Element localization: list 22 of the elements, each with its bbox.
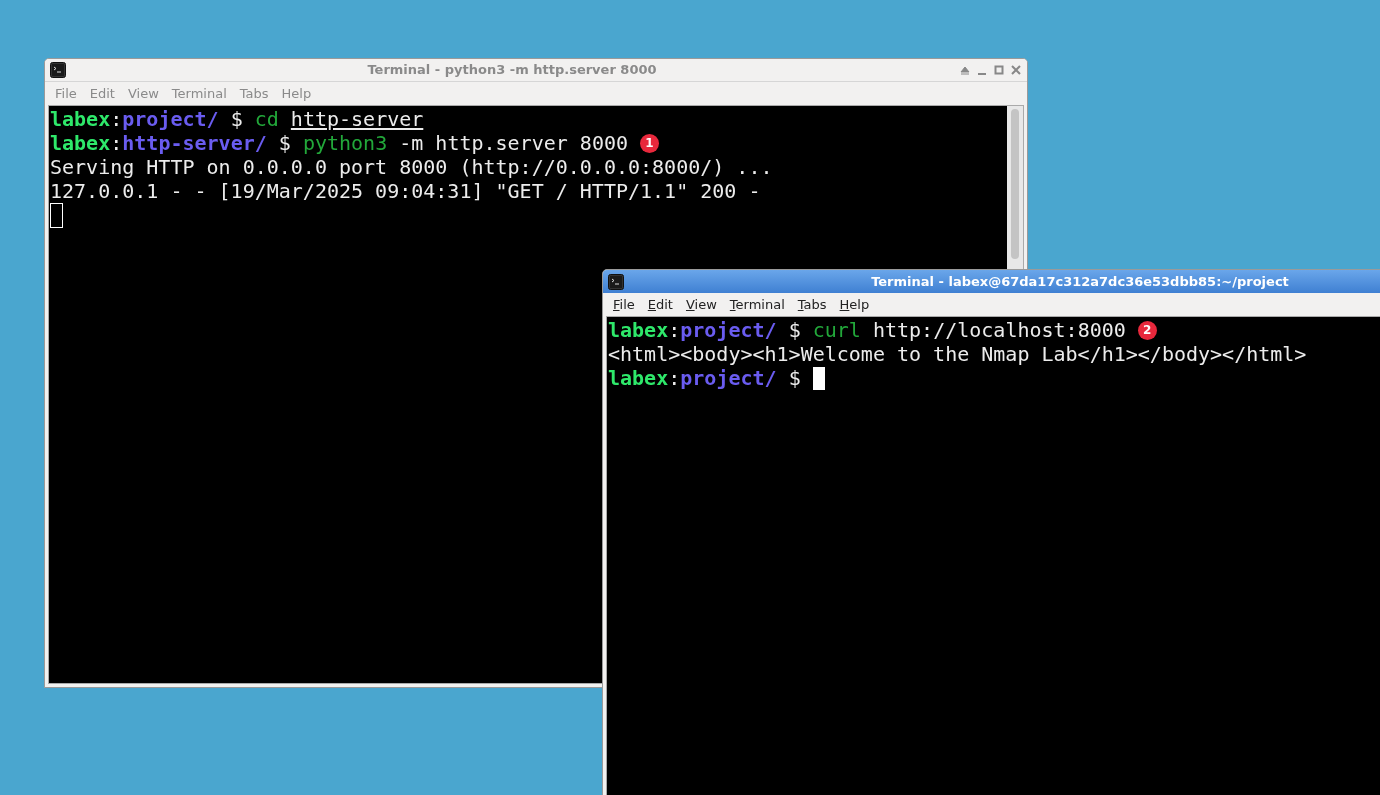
menu-item[interactable]: View xyxy=(685,294,717,315)
terminal-line: <html><body><h1>Welcome to the Nmap Lab</h1></body></html> xyxy=(608,342,1307,366)
menu-item[interactable]: Edit xyxy=(647,294,673,315)
terminal-line: labex:project/ $ cd http-server xyxy=(50,107,424,131)
terminal-line: Serving HTTP on 0.0.0.0 port 8000 (http://0.0.0.0:8000/) ... xyxy=(50,155,773,179)
menu-item[interactable]: File xyxy=(613,294,635,315)
terminal-line: labex:project/ $ xyxy=(608,366,802,390)
terminal-line: 127.0.0.1 - - [19/Mar/2025 09:04:31] "GET / HTTP/1.1" 200 - xyxy=(50,179,761,203)
scrollbar-thumb[interactable] xyxy=(1011,109,1019,259)
terminal-icon xyxy=(608,273,624,290)
menu-item[interactable]: Help xyxy=(839,294,870,315)
terminal-icon xyxy=(50,62,66,78)
terminal-line: labex:http-server/ $ python3 -m http.server 8000 xyxy=(50,131,628,155)
step-badge: 2 xyxy=(1137,320,1157,340)
menu-item[interactable]: Terminal xyxy=(729,294,785,315)
window-title: Terminal - labex@67da17c312a7dc36e53dbb85:~/project xyxy=(870,272,1290,291)
menu-item[interactable]: Tabs xyxy=(797,294,827,315)
terminal-line: labex:project/ $ curl http://localhost:8000 xyxy=(608,318,1126,342)
close-icon[interactable] xyxy=(1009,63,1022,77)
window-title: Terminal - python3 -m http.server 8000 xyxy=(366,61,658,80)
maximize-icon[interactable] xyxy=(992,63,1005,77)
step-badge: 1 xyxy=(640,133,659,153)
